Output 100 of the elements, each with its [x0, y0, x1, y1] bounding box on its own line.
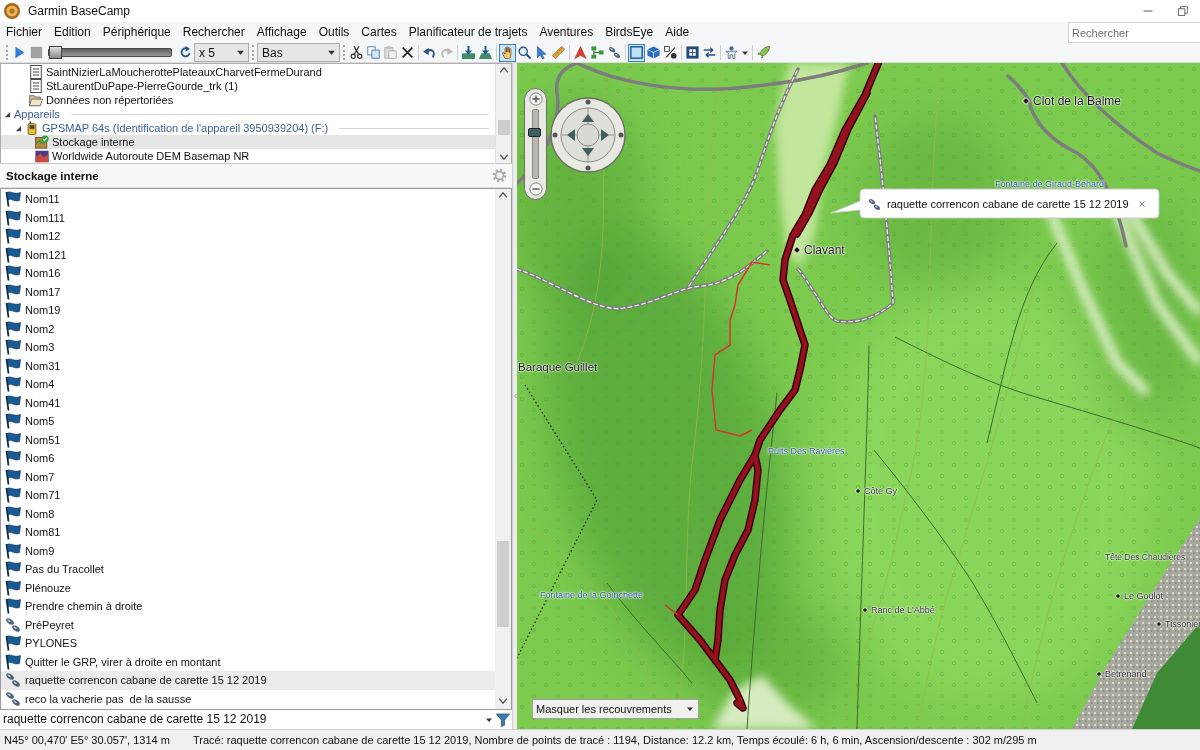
replay-arrow-icon — [179, 46, 192, 59]
menu-item[interactable]: Rechercher — [176, 22, 251, 43]
undo-icon — [423, 46, 436, 59]
scrollbar[interactable] — [495, 189, 511, 709]
menu-item[interactable]: Outils — [312, 22, 356, 43]
list-item[interactable]: Nom2 — [1, 319, 495, 338]
list-item[interactable]: Nom16 — [1, 264, 495, 283]
list-item[interactable]: Nom51 — [1, 430, 495, 449]
tree-item[interactable]: StLaurentDuPape-PierreGourde_trk (1) — [1, 79, 495, 93]
fit-button[interactable] — [684, 43, 701, 62]
list-item[interactable]: Nom4 — [1, 375, 495, 394]
list-item[interactable]: Plénouze — [1, 578, 495, 597]
app-logo-icon — [4, 3, 20, 19]
list-item[interactable]: Nom31 — [1, 356, 495, 375]
tree-item[interactable]: Données non répertoriées — [1, 93, 495, 107]
zoom-slider-thumb[interactable] — [528, 127, 541, 137]
list-item[interactable]: Nom121 — [1, 245, 495, 264]
menu-item[interactable]: Planificateur de trajets — [402, 22, 534, 43]
list-item[interactable]: raquette correncon cabane de carette 15 12 2019 — [1, 671, 495, 690]
triangle-marker-icon — [574, 46, 587, 59]
menu-item[interactable]: BirdsEye — [599, 22, 660, 43]
swap-arrows-icon — [703, 46, 716, 59]
document-icon — [29, 79, 43, 93]
import-button[interactable] — [477, 43, 494, 62]
map-label: Puits Des Ravières — [768, 446, 845, 456]
menu-item[interactable]: Affichage — [250, 22, 313, 43]
import-button[interactable] — [460, 43, 477, 62]
cut-button[interactable] — [348, 43, 365, 62]
list-item[interactable]: Prendre chemin à droite — [1, 597, 495, 616]
playback-slider[interactable] — [48, 48, 172, 57]
zoom-in-icon[interactable] — [528, 92, 543, 106]
menu-item[interactable]: Aide — [659, 22, 696, 43]
window-title: Garmin BaseCamp — [28, 4, 131, 18]
flag-icon — [5, 283, 21, 300]
zoom-out-icon[interactable] — [528, 182, 543, 196]
menu-item[interactable]: Edition — [48, 22, 97, 43]
speed-dropdown[interactable]: x 5 — [194, 43, 249, 62]
hand-icon — [501, 46, 514, 59]
filter-icon[interactable] — [496, 712, 510, 727]
delete-icon — [401, 46, 414, 59]
route-tool-button[interactable] — [589, 43, 606, 62]
tree-item[interactable]: Appareils — [1, 107, 495, 121]
menu-item[interactable]: Cartes — [355, 22, 403, 43]
pan-tool-button[interactable] — [499, 43, 516, 62]
list-item[interactable]: Nom6 — [1, 449, 495, 468]
place-marker-icon — [855, 488, 861, 494]
close-icon[interactable] — [1138, 200, 1146, 208]
marker-tool-button[interactable] — [572, 43, 589, 62]
caret-icon — [327, 48, 336, 57]
list-item[interactable]: Nom81 — [1, 523, 495, 542]
import-icon — [462, 46, 475, 59]
scrollbar[interactable] — [495, 64, 511, 163]
scrollbar-thumb[interactable] — [497, 541, 509, 627]
restore-icon — [1177, 6, 1188, 16]
list-item[interactable]: PréPeyret — [1, 615, 495, 634]
list-item[interactable]: Nom17 — [1, 282, 495, 301]
list-item[interactable]: Nom7 — [1, 467, 495, 486]
list-item[interactable]: Nom19 — [1, 301, 495, 320]
view-option-button[interactable] — [662, 43, 679, 62]
tree-item[interactable]: Worldwide Autoroute DEM Basemap NR — [1, 149, 495, 163]
3d-view-button[interactable] — [645, 43, 662, 62]
menu-item[interactable]: Fichier — [0, 22, 48, 43]
paste-icon — [384, 46, 397, 59]
list-item[interactable]: Nom12 — [1, 227, 495, 246]
list-item[interactable]: Nom111 — [1, 208, 495, 227]
map-label: Ranc de L'Abbé — [871, 605, 935, 615]
pan-control[interactable] — [550, 97, 626, 173]
tree-item[interactable]: Stockage interne — [1, 135, 495, 149]
list-item[interactable]: Nom3 — [1, 338, 495, 357]
scrollbar-thumb[interactable] — [497, 120, 510, 135]
tree-item[interactable]: SaintNizierLaMoucherottePlateauxCharvetFermeDurand — [1, 65, 495, 79]
flag-icon — [5, 394, 21, 411]
menu-item[interactable]: Périphérique — [96, 22, 177, 43]
list-item[interactable]: Quitter le GRP, virer à droite en montant — [1, 652, 495, 671]
place-marker-icon — [1022, 97, 1030, 105]
playback-slider-thumb[interactable] — [49, 46, 62, 59]
flag-icon — [5, 357, 21, 374]
list-item[interactable]: Pas du Tracollet — [1, 560, 495, 579]
list-item[interactable]: PYLONES — [1, 634, 495, 653]
list-item[interactable]: reco la vacherie pas de la sausse — [1, 689, 495, 708]
measure-tool-button[interactable] — [550, 43, 567, 62]
map-label: Fontaine de la Goinchette — [540, 590, 644, 600]
list-item[interactable]: Nom9 — [1, 541, 495, 560]
list-item[interactable]: Nom11 — [1, 190, 495, 209]
menu-item[interactable]: Aventures — [533, 22, 600, 43]
filter-field[interactable]: raquette correncon cabane de carette 15 12 2019 — [0, 710, 482, 729]
flag-icon — [5, 450, 21, 467]
list-item[interactable]: Nom8 — [1, 504, 495, 523]
search-field[interactable]: Rechercher — [1068, 22, 1200, 43]
square-view-icon — [630, 46, 643, 59]
route-nodes-icon — [591, 46, 604, 59]
profile-button[interactable] — [723, 43, 740, 62]
flag-icon — [5, 579, 21, 596]
dropdown[interactable]: Bas — [257, 43, 340, 62]
list-item[interactable]: Nom71 — [1, 486, 495, 505]
tree-item[interactable]: GPSMAP 64s (Identification de l'appareil 3950939204) (F:) — [1, 121, 495, 135]
overlay-dropdown[interactable]: Masquer les recouvrements — [532, 699, 699, 719]
list-item[interactable]: Nom5 — [1, 412, 495, 431]
list-item[interactable]: Nom41 — [1, 393, 495, 412]
2d-view-button[interactable] — [628, 43, 645, 62]
